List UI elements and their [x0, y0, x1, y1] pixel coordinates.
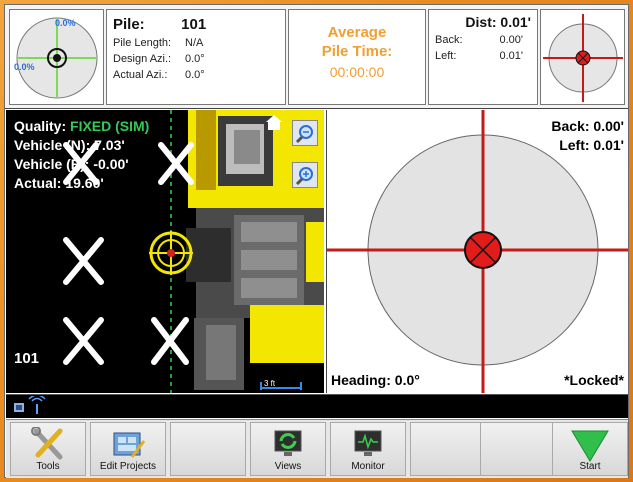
crosshair-panel: [540, 9, 625, 105]
start-arrow-icon: [571, 430, 609, 462]
views-icon: [274, 430, 302, 456]
views-label: Views: [274, 461, 302, 472]
back-value: 0.00': [499, 34, 523, 46]
target-percent-left: 0.0%: [14, 62, 35, 72]
bullseye-back-value: Back: 0.00': [551, 118, 624, 134]
average-time-panel: Average Pile Time: 00:00:00: [288, 9, 426, 105]
views-button[interactable]: Views: [250, 422, 326, 476]
pile-length-value: N/A: [185, 37, 204, 49]
projects-icon: [113, 432, 146, 458]
quality-label: Quality:: [14, 118, 67, 134]
heading-value: Heading: 0.0°: [331, 372, 420, 388]
pile-id-label: 101: [14, 350, 40, 367]
distance-panel: Dist: 0.01' Back: 0.00' Left: 0.01': [428, 9, 538, 105]
pile-label: Pile:: [113, 16, 145, 33]
locked-status[interactable]: *Locked*: [564, 372, 624, 388]
vehicle-north-readout: Vehicle (N): 7.03': [14, 137, 125, 153]
zoom-out-icon: [295, 125, 313, 143]
edit-projects-button[interactable]: Edit Projects: [90, 422, 166, 476]
target-percent-top: 0.0%: [55, 18, 76, 28]
average-title: Average: [327, 24, 387, 41]
target-indicator-panel: 0.0% 0.0%: [9, 9, 104, 105]
bullseye-left-value: Left: 0.01': [559, 137, 624, 153]
vehicle-east-readout: Vehicle (E): -0.00': [14, 156, 129, 172]
map-view[interactable]: Quality: FIXED (SIM) Vehicle (N): 7.03' …: [6, 110, 324, 393]
zoom-in-icon: [295, 167, 313, 185]
pile-time-title: Pile Time:: [321, 43, 393, 60]
zoom-out-button[interactable]: [292, 120, 318, 146]
start-button[interactable]: Start: [552, 422, 628, 476]
pile-info-panel: Pile: 101 Pile Length: N/A Design Azi.: 0.…: [106, 9, 286, 105]
bottom-toolbar: Tools Edit Projects Views Monitor Start: [6, 419, 628, 478]
signal-icon: [14, 396, 46, 414]
actual-readout: Actual: 19.60': [14, 175, 104, 191]
quality-readout: Quality: FIXED (SIM): [14, 118, 149, 134]
back-label: Back:: [435, 34, 463, 46]
left-value: 0.01': [499, 50, 523, 62]
design-azi-value: 0.0°: [185, 53, 205, 65]
left-label: Left:: [435, 50, 457, 62]
pile-number: 101: [181, 16, 207, 33]
app-window: 0.0% 0.0% Pile: 101 Pile Length: N/A Desi…: [4, 4, 629, 478]
edit-projects-label: Edit Projects: [99, 461, 157, 472]
pile-length-label: Pile Length:: [113, 37, 172, 49]
actual-azi-label: Actual Azi.:: [113, 69, 168, 81]
tools-button[interactable]: Tools: [10, 422, 86, 476]
wrench-screwdriver-icon: [31, 427, 63, 460]
design-azi-label: Design Azi.:: [113, 53, 172, 65]
start-label: Start: [579, 461, 601, 472]
empty-slot-2: [410, 422, 486, 476]
status-bar: [6, 394, 628, 418]
quality-value: FIXED (SIM): [70, 118, 150, 134]
average-time-value: 00:00:00: [329, 64, 385, 80]
top-info-bar: 0.0% 0.0% Pile: 101 Pile Length: N/A Desi…: [5, 5, 628, 109]
actual-azi-value: 0.0°: [185, 69, 205, 81]
scale-label: 3 ft: [264, 379, 276, 388]
empty-slot-3: [480, 422, 556, 476]
bullseye-view: Back: 0.00' Left: 0.01' Heading: 0.0° *L…: [326, 110, 628, 393]
dist-value: Dist: 0.01': [465, 14, 531, 30]
monitor-button[interactable]: Monitor: [330, 422, 406, 476]
monitor-label: Monitor: [351, 461, 385, 472]
tools-label: Tools: [36, 461, 60, 472]
empty-slot-1: [170, 422, 246, 476]
crosshair-icon: [543, 14, 623, 102]
zoom-in-button[interactable]: [292, 162, 318, 188]
monitor-icon: [354, 430, 382, 456]
